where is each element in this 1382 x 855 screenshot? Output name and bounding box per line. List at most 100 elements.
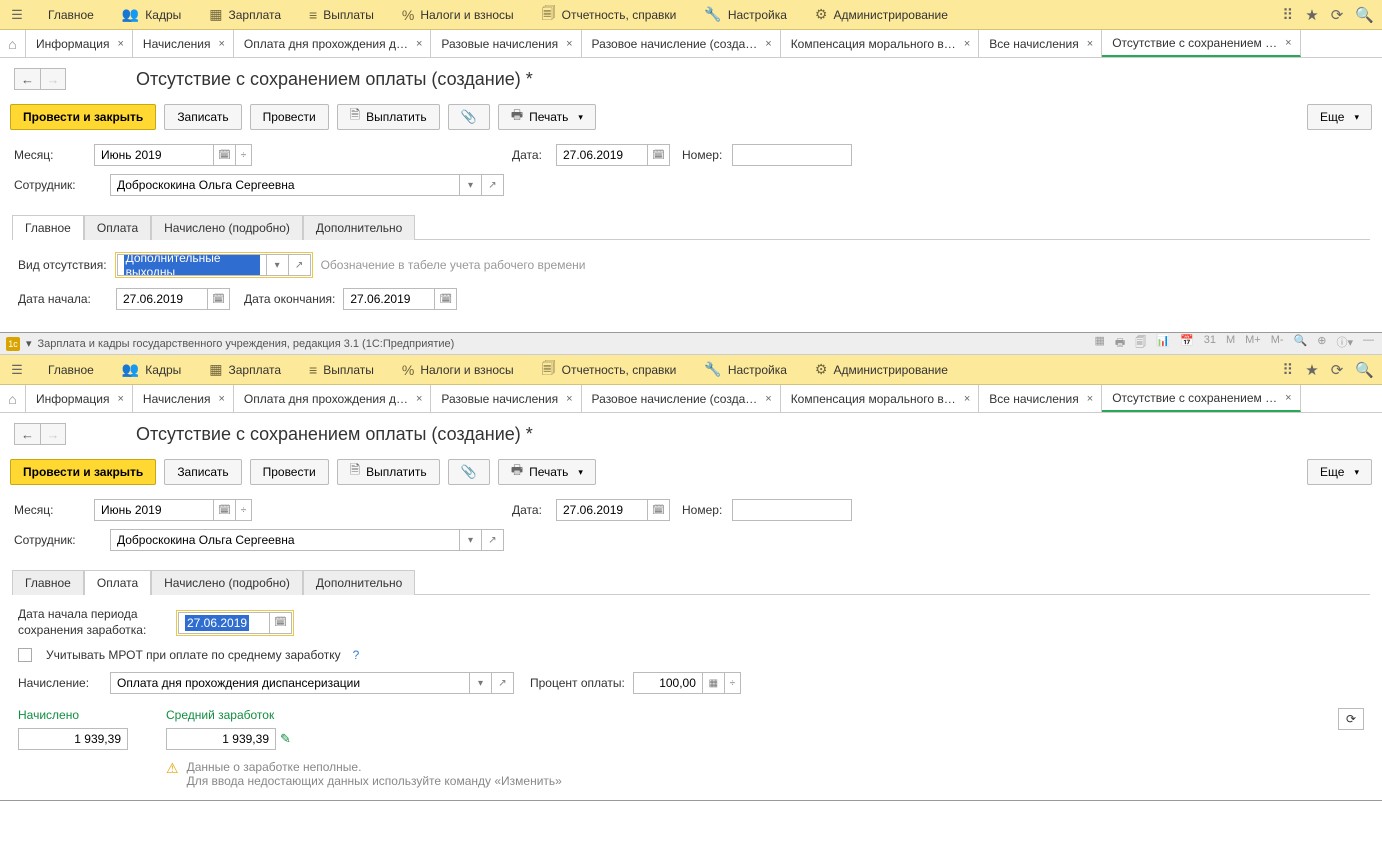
dropdown-icon[interactable]: ▾ [267,254,289,276]
menu-nalogi[interactable]: %Налоги и взносы [388,355,528,385]
tab-pay[interactable]: Оплата [84,215,151,240]
post-and-close-button[interactable]: Провести и закрыть [10,459,156,485]
doc-tab-4[interactable]: Разовое начисление (созда…× [582,30,781,57]
number-input[interactable] [732,499,852,521]
doc-tab-2[interactable]: Оплата дня прохождения д…× [234,30,432,57]
menu-nalogi[interactable]: %Налоги и взносы [388,0,528,30]
menu-nastroyka[interactable]: 🔧Настройка [690,0,801,30]
menu-nastroyka[interactable]: 🔧Настройка [690,355,801,385]
close-icon[interactable]: × [765,393,771,405]
menu-main[interactable]: Главное [34,0,108,30]
doc-tab-6[interactable]: Все начисления× [979,30,1102,57]
number-input[interactable] [732,144,852,166]
doc-tab-6[interactable]: Все начисления× [979,385,1102,412]
close-icon[interactable]: × [416,38,422,50]
dropdown-icon[interactable]: ▾ [460,174,482,196]
menu-main[interactable]: Главное [34,355,108,385]
dropdown-icon[interactable]: ▾ [26,337,32,350]
employee-input[interactable] [110,529,460,551]
spinner-icon[interactable]: ÷ [236,499,252,521]
doc-tab-1[interactable]: Начисления× [133,385,234,412]
search-icon[interactable]: 🔍 [1355,361,1374,379]
tb-icon[interactable]: M+ [1243,334,1263,353]
nav-forward[interactable]: → [40,68,66,90]
tb-icon[interactable]: ⊕ [1315,334,1328,353]
save-button[interactable]: Записать [164,459,241,485]
edit-icon[interactable]: ✎ [280,731,291,747]
tb-icon[interactable]: — [1361,334,1376,353]
attach-button[interactable]: 📎 [448,459,490,485]
month-input[interactable] [94,499,214,521]
doc-tab-7[interactable]: Отсутствие с сохранением …× [1102,30,1300,57]
doc-tab-3[interactable]: Разовые начисления× [431,30,581,57]
help-icon[interactable]: ? [353,648,360,662]
doc-tab-0[interactable]: Информация× [26,385,133,412]
accrued-value[interactable] [18,728,128,750]
close-icon[interactable]: × [1285,37,1291,49]
tb-icon[interactable]: 📊 [1154,334,1172,353]
date-input[interactable] [556,144,648,166]
period-start-value[interactable]: 27.06.2019 [185,615,249,631]
menu-vyplaty[interactable]: ≡Выплаты [295,0,388,30]
nav-back[interactable]: ← [14,423,40,445]
tab-accrued[interactable]: Начислено (подробно) [151,215,303,240]
print-button[interactable]: 🖶Печать▾ [498,459,596,485]
calendar-icon[interactable]: 🗓 [208,288,230,310]
tab-extra[interactable]: Дополнительно [303,215,415,240]
apps-icon[interactable]: ⠿ [1282,6,1293,24]
close-icon[interactable]: × [218,393,224,405]
close-icon[interactable]: × [117,393,123,405]
spinner-icon[interactable]: ÷ [236,144,252,166]
post-button[interactable]: Провести [250,459,329,485]
tb-icon[interactable]: 🖶 [1113,334,1127,353]
open-icon[interactable]: ↗ [289,254,311,276]
tb-icon[interactable]: M- [1269,334,1286,353]
calendar-icon[interactable]: 🗓 [435,288,457,310]
open-icon[interactable]: ↗ [492,672,514,694]
close-icon[interactable]: × [1087,393,1093,405]
tb-icon[interactable]: 31 [1202,334,1218,353]
dropdown-icon[interactable]: ▾ [470,672,492,694]
close-icon[interactable]: × [964,38,970,50]
close-icon[interactable]: × [964,393,970,405]
employee-input[interactable] [110,174,460,196]
doc-tab-2[interactable]: Оплата дня прохождения д…× [234,385,432,412]
doc-tab-0[interactable]: Информация× [26,30,133,57]
close-icon[interactable]: × [765,38,771,50]
tb-icon[interactable]: ⓘ▾ [1334,334,1355,353]
pay-button[interactable]: 🗎Выплатить [337,459,440,485]
tab-main[interactable]: Главное [12,215,84,240]
open-icon[interactable]: ↗ [482,174,504,196]
spinner-icon[interactable]: ÷ [725,672,741,694]
history-icon[interactable]: ⟳ [1331,6,1344,24]
menu-admin[interactable]: ⚙Администрирование [801,355,962,385]
save-button[interactable]: Записать [164,104,241,130]
end-date-input[interactable] [343,288,435,310]
close-icon[interactable]: × [416,393,422,405]
star-icon[interactable]: ★ [1305,361,1318,379]
menu-kadry[interactable]: 👥Кадры [108,0,195,30]
dropdown-icon[interactable]: ▾ [460,529,482,551]
month-input[interactable] [94,144,214,166]
close-icon[interactable]: × [1087,38,1093,50]
calendar-icon[interactable]: 🗓 [214,499,236,521]
tb-icon[interactable]: 📅 [1178,334,1196,353]
menu-kadry[interactable]: 👥Кадры [108,355,195,385]
calendar-icon[interactable]: 🗓 [648,144,670,166]
accrual-input[interactable] [110,672,470,694]
doc-tab-7[interactable]: Отсутствие с сохранением …× [1102,385,1300,412]
menu-admin[interactable]: ⚙Администрирование [801,0,962,30]
avg-value[interactable] [166,728,276,750]
tab-accrued[interactable]: Начислено (подробно) [151,570,303,595]
calendar-icon[interactable]: 🗓 [214,144,236,166]
attach-button[interactable]: 📎 [448,104,490,130]
open-icon[interactable]: ↗ [482,529,504,551]
tab-extra[interactable]: Дополнительно [303,570,415,595]
percent-input[interactable] [633,672,703,694]
mrot-checkbox[interactable] [18,648,32,662]
star-icon[interactable]: ★ [1305,6,1318,24]
burger-icon[interactable]: ☰ [8,7,26,23]
nav-forward[interactable]: → [40,423,66,445]
menu-otchet[interactable]: 🗐Отчетность, справки [528,355,691,385]
doc-tab-3[interactable]: Разовые начисления× [431,385,581,412]
